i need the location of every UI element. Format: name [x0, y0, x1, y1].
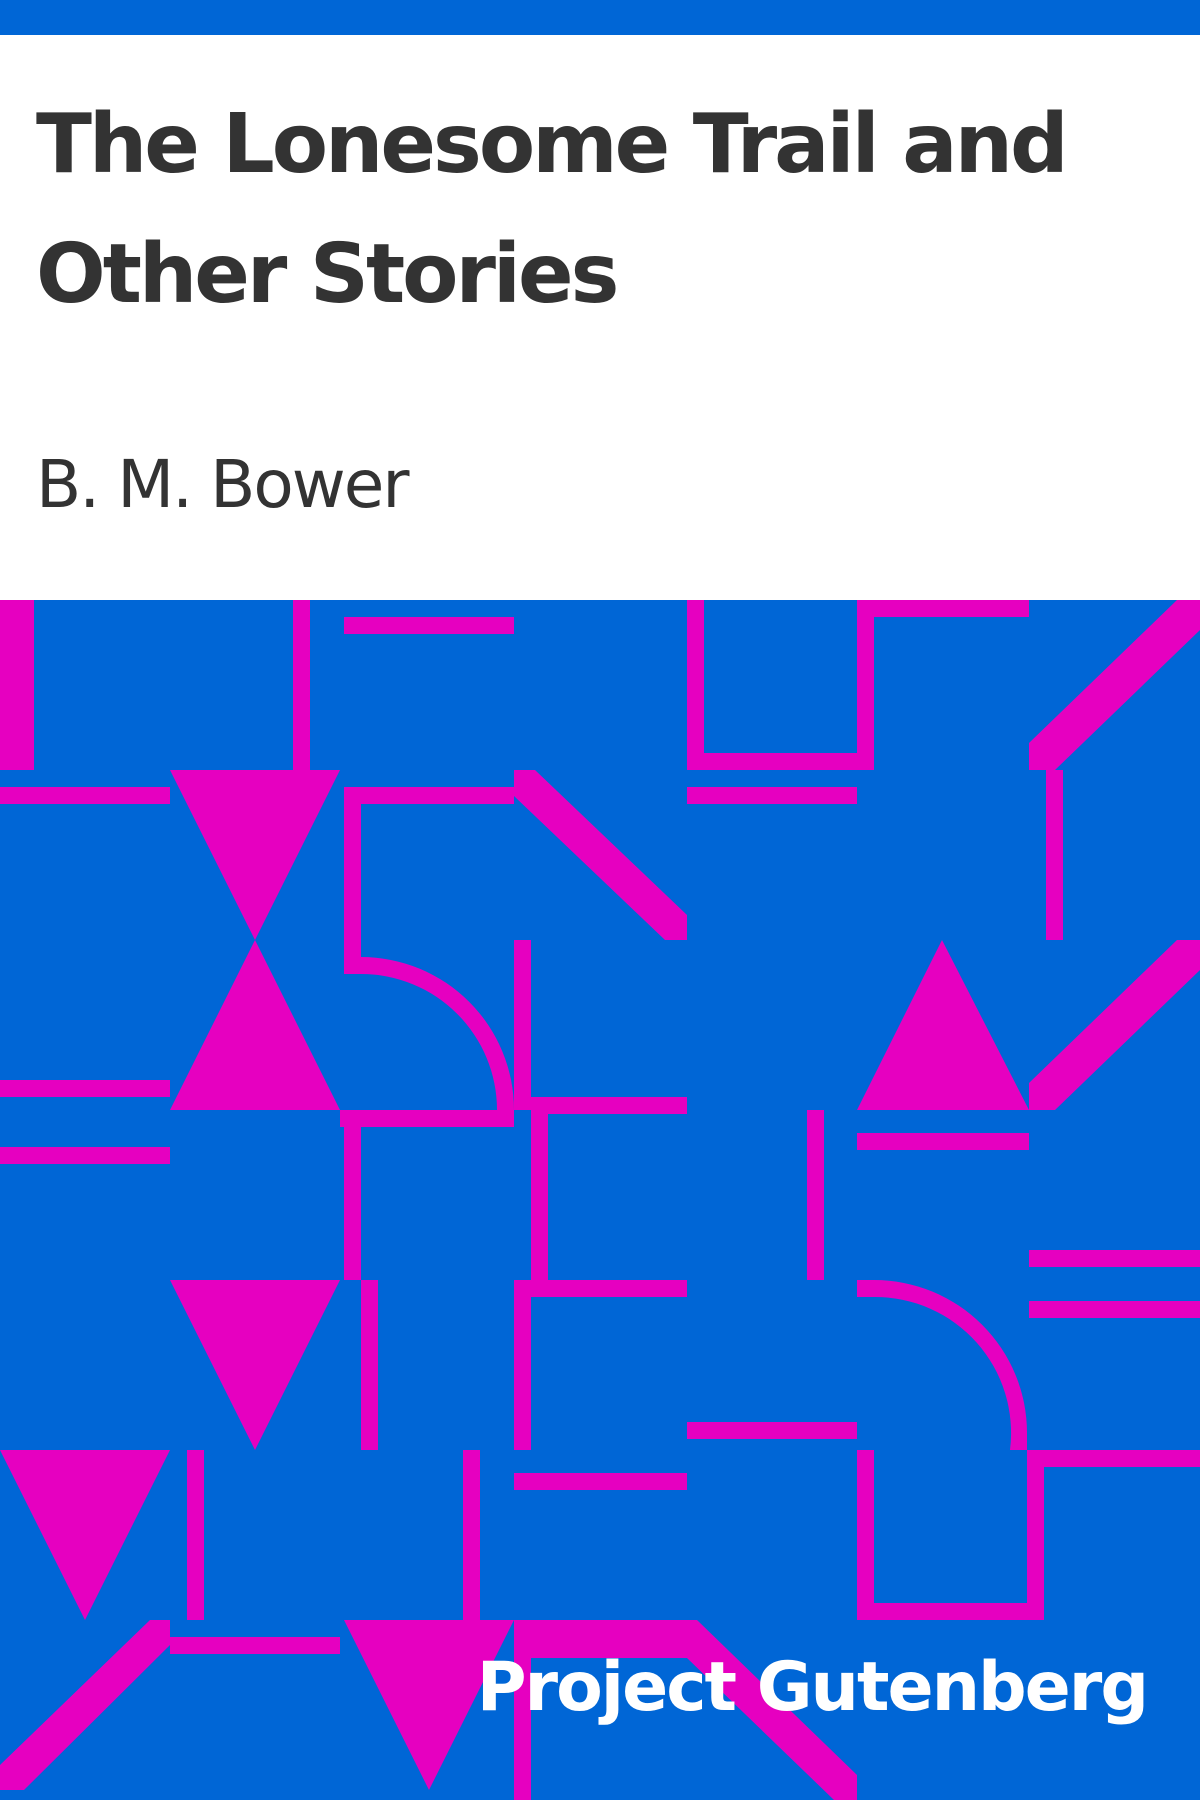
pattern-bar	[293, 600, 310, 770]
book-author: B. M. Bower	[36, 446, 410, 523]
geometric-pattern-graphic	[0, 600, 1200, 1800]
publisher-name: Project Gutenberg	[476, 1648, 1149, 1727]
book-title: The Lonesome Trail and Other Stories	[36, 97, 1069, 322]
pattern-bar	[0, 600, 34, 770]
decorative-pattern	[0, 600, 1200, 1800]
top-accent-bar	[0, 0, 1200, 35]
pattern-bar	[344, 617, 514, 634]
